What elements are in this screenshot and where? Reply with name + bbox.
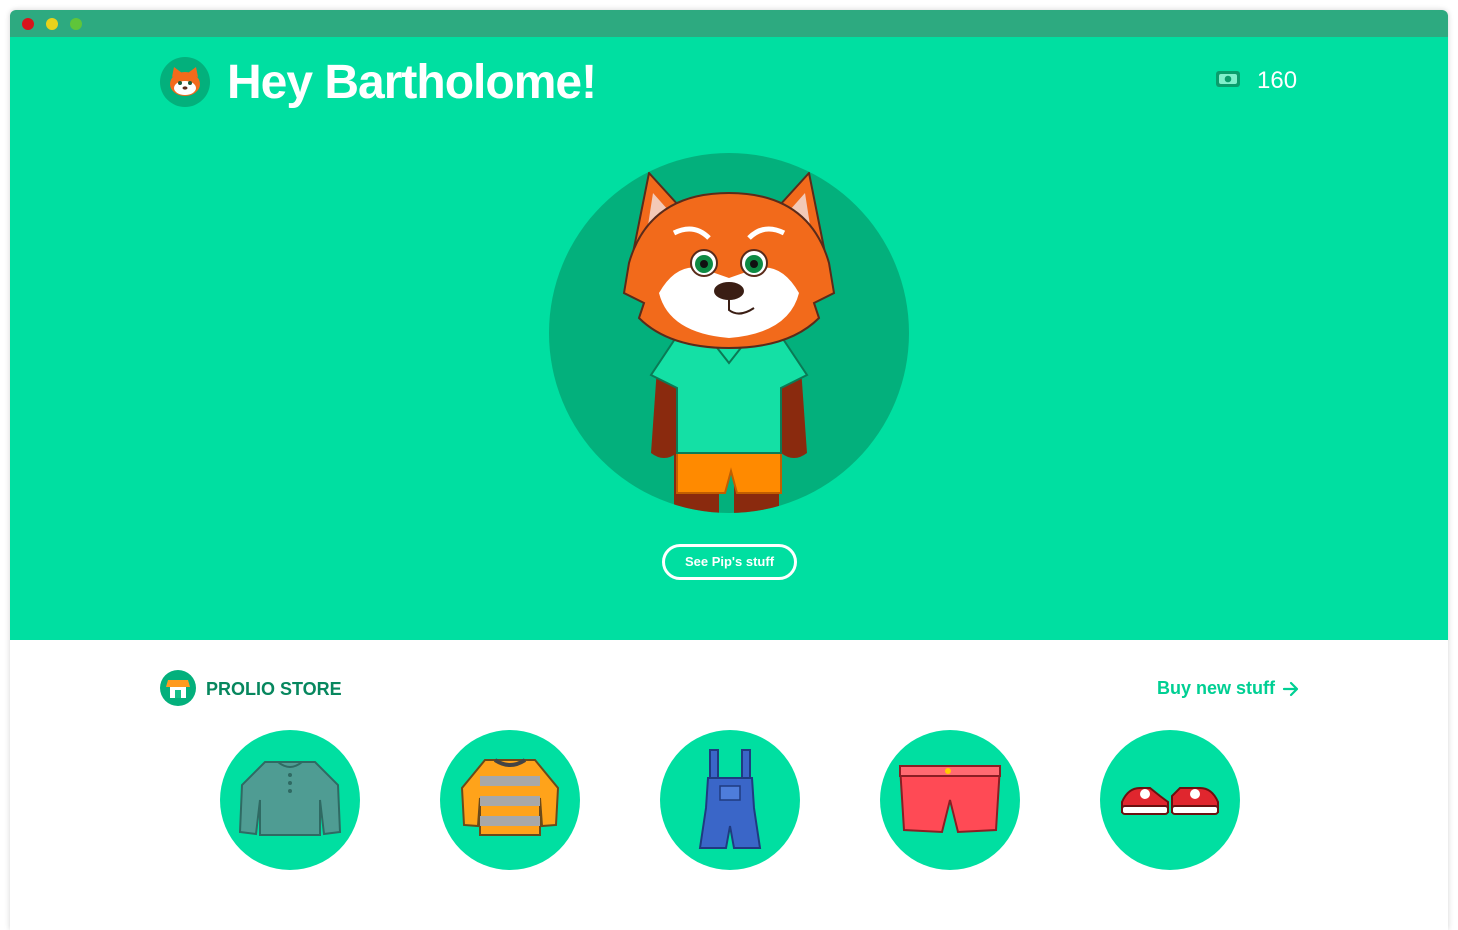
shop-icon [160, 670, 196, 706]
store-item-overalls[interactable] [660, 730, 800, 870]
character-avatar [549, 153, 909, 513]
henley-shirt-icon [238, 761, 342, 836]
user-avatar[interactable] [160, 57, 210, 107]
striped-sweater-icon [460, 758, 560, 836]
title-bar [10, 10, 1448, 37]
see-pips-stuff-button[interactable]: See Pip's stuff [662, 544, 797, 580]
store-item-henley-shirt[interactable] [220, 730, 360, 870]
app-window: Hey Bartholome! 160 See Pip's stuff PROL… [10, 10, 1448, 930]
store-title: PROLIO STORE [206, 679, 342, 699]
store-item-striped-sweater[interactable] [440, 730, 580, 870]
hero-section: Hey Bartholome! 160 See Pip's stuff [10, 37, 1448, 640]
sneakers-icon [1121, 787, 1219, 815]
money-bill-icon [1216, 71, 1240, 87]
coin-count: 160 [1257, 67, 1298, 94]
red-panda-face-icon [170, 67, 200, 96]
overalls-icon [698, 749, 762, 849]
arrow-right-icon[interactable] [1282, 680, 1300, 698]
buy-new-stuff-link[interactable]: Buy new stuff [1157, 678, 1275, 699]
store-section: PROLIO STORE Buy new stuff [10, 640, 1448, 930]
greeting-title: Hey Bartholome! [227, 56, 597, 109]
store-item-red-shorts[interactable] [880, 730, 1020, 870]
maximize-window-button[interactable] [70, 18, 82, 30]
close-window-button[interactable] [22, 18, 34, 30]
red-panda-character-image [622, 170, 836, 513]
red-shorts-icon [898, 765, 1002, 834]
minimize-window-button[interactable] [46, 18, 58, 30]
store-item-sneakers[interactable] [1100, 730, 1240, 870]
